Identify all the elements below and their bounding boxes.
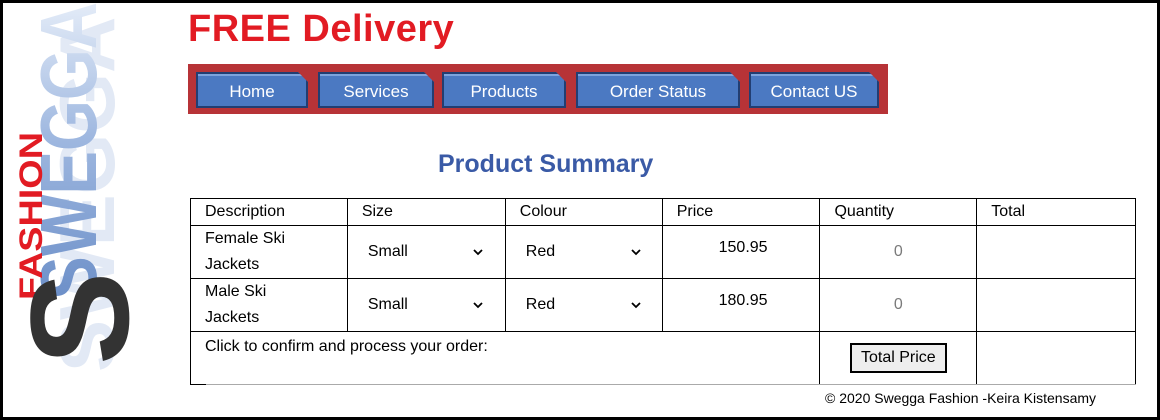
footer-copyright: © 2020 Swegga Fashion -Keira Kistensamy [825, 390, 1097, 406]
footer-divider [206, 384, 1136, 385]
confirm-row: Click to confirm and process your order:… [189, 331, 1136, 385]
total-price-button[interactable]: Total Price [849, 343, 947, 373]
logo-graphic: SWEGGA SWEGGA FASHION S [4, 2, 154, 372]
nav-products-label: Products [470, 82, 538, 101]
table-row: Male Ski Jackets Small Red 180.95 0 [190, 278, 1136, 332]
product-summary-title: Product Summary [438, 150, 654, 178]
price-cell: 180.95 [661, 278, 821, 332]
row-description: Male Ski Jackets [190, 278, 348, 332]
quantity-input[interactable]: 0 [819, 225, 978, 279]
confirm-text: Click to confirm and process your order: [189, 331, 821, 385]
header-description: Description [190, 198, 348, 226]
product-summary-table: Description Size Colour Price Quantity T… [189, 198, 1136, 385]
total-button-cell: Total Price [819, 331, 978, 385]
free-delivery-headline: FREE Delivery [188, 8, 455, 50]
row-description: Female Ski Jackets [190, 225, 348, 279]
nav-services-label: Services [343, 82, 409, 101]
header-quantity: Quantity [819, 198, 978, 226]
size-select[interactable]: Small [355, 235, 490, 269]
size-cell: Small [346, 278, 506, 332]
table-row: Female Ski Jackets Small Red 150.95 0 [190, 225, 1136, 279]
nav-products-button[interactable]: Products [442, 72, 566, 108]
header-colour: Colour [504, 198, 663, 226]
colour-cell: Red [504, 225, 663, 279]
total-cell [976, 278, 1136, 332]
header-size: Size [346, 198, 506, 226]
nav-contact-us-label: Contact US [770, 82, 858, 101]
price-cell: 150.95 [661, 225, 821, 279]
colour-select[interactable]: Red [513, 235, 648, 269]
chevron-down-icon [473, 302, 483, 309]
size-cell: Small [346, 225, 506, 279]
chevron-down-icon [631, 302, 641, 309]
colour-select[interactable]: Red [513, 288, 648, 322]
chevron-down-icon [631, 249, 641, 256]
quantity-input[interactable]: 0 [819, 278, 978, 332]
header-price: Price [661, 198, 821, 226]
nav-home-label: Home [229, 82, 275, 101]
grand-total-cell [976, 331, 1136, 385]
nav-order-status-button[interactable]: Order Status [576, 72, 740, 108]
nav-bar: Home Services Products Order Status Cont… [188, 64, 888, 114]
nav-home-button[interactable]: Home [196, 72, 308, 108]
total-cell [976, 225, 1136, 279]
nav-services-button[interactable]: Services [318, 72, 434, 108]
logo-letter: S [4, 272, 154, 365]
nav-order-status-label: Order Status [609, 82, 707, 101]
size-select[interactable]: Small [355, 288, 490, 322]
nav-contact-us-button[interactable]: Contact US [749, 72, 879, 108]
chevron-down-icon [473, 249, 483, 256]
swegga-fashion-logo: SWEGGA SWEGGA FASHION S [4, 0, 154, 372]
colour-cell: Red [504, 278, 663, 332]
header-total: Total [976, 198, 1136, 226]
table-header-row: Description Size Colour Price Quantity T… [190, 198, 1136, 226]
